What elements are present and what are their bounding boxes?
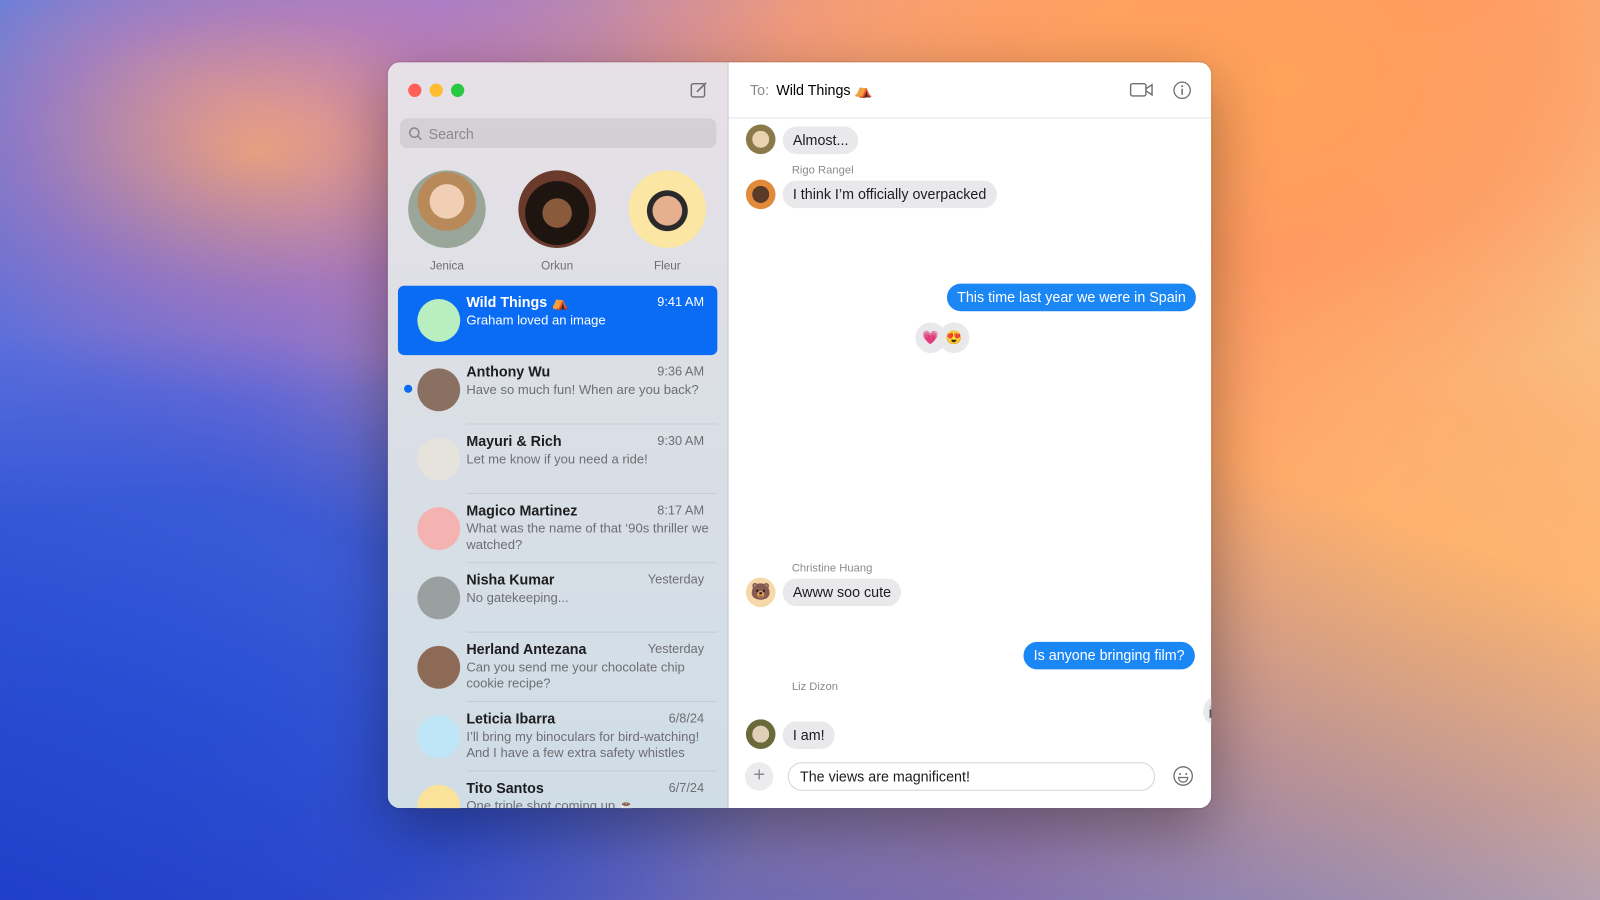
avatar (408, 170, 486, 248)
conversation-name: Magico Martinez (466, 502, 578, 519)
recipient-name[interactable]: Wild Things ⛺ (776, 81, 872, 98)
conversation-row[interactable]: Anthony Wu 9:36 AM Have so much fun! Whe… (398, 355, 718, 425)
sender-name: Christine Huang (791, 562, 873, 575)
conversation-preview: Can you send me your chocolate chip cook… (466, 659, 685, 691)
conversation-preview: Let me know if you need a ride! (466, 451, 648, 467)
avatar (518, 170, 596, 248)
heart-eyes-reaction: 😍 (938, 322, 970, 354)
avatar (417, 784, 461, 809)
conversation-preview: I’ll bring my binoculars for bird-watchi… (466, 728, 700, 761)
compose-icon[interactable] (690, 81, 708, 99)
message-bubble: I am! (782, 721, 835, 749)
camera-reaction: 📸 (1203, 695, 1212, 727)
pinned-orkun[interactable]: Orkun (518, 170, 596, 274)
conversation-name: Anthony Wu (466, 363, 551, 380)
pinned-jenica[interactable]: Jenica (408, 170, 486, 274)
message-bubble: Is anyone bringing film? (1023, 641, 1195, 670)
conversation-time: Yesterday (647, 641, 705, 657)
conversation-row[interactable]: Herland Antezana Yesterday Can you send … (398, 633, 718, 703)
search-input[interactable]: Search (399, 118, 717, 148)
sender-name: Liz Dizon (791, 680, 839, 693)
conversation-row[interactable]: Magico Martinez 8:17 AM What was the nam… (398, 494, 718, 564)
avatar (417, 298, 461, 342)
message-bubble: This time last year we were in Spain (946, 283, 1197, 312)
avatar (417, 645, 461, 689)
conversation-time: 6/7/24 (668, 780, 705, 795)
avatar (417, 437, 461, 481)
conversation-row[interactable]: Leticia Ibarra 6/8/24 I’ll bring my bino… (398, 702, 718, 772)
conversation-time: 9:30 AM (657, 433, 705, 448)
avatar (417, 368, 461, 412)
avatar (417, 576, 461, 620)
video-call-icon[interactable] (1129, 82, 1154, 98)
conversation-time: 9:36 AM (657, 364, 705, 379)
conversation-preview: Have so much fun! When are you back? (466, 381, 699, 397)
message-input[interactable]: The views are magnificent! (787, 762, 1156, 791)
to-label: To: (749, 81, 770, 98)
conversation-preview: No gatekeeping... (466, 589, 569, 606)
conversation-pane: To: Wild Things ⛺ 💗 Almost... Rigo Range… (728, 62, 1212, 809)
avatar (417, 715, 461, 759)
conversation-time: Yesterday (647, 572, 705, 587)
conversation-preview: Graham loved an image (466, 312, 606, 328)
conversation-row[interactable]: Mayuri & Rich 9:30 AM Let me know if you… (398, 424, 718, 494)
sidebar: Search Jenica Orkun Fleur Wild Things ⛺ … (387, 62, 729, 809)
search-icon (408, 126, 422, 140)
close-button[interactable] (408, 83, 422, 97)
conversation-name: Tito Santos (466, 779, 544, 796)
conversation-row[interactable]: Tito Santos 6/7/24 One triple shot comin… (398, 771, 717, 809)
avatar (745, 124, 776, 155)
avatar (745, 719, 776, 749)
conversation-name: Mayuri & Rich (466, 432, 562, 449)
conversation-time: 8:17 AM (657, 503, 705, 518)
minimize-button[interactable] (429, 83, 443, 97)
messages-window: Search Jenica Orkun Fleur Wild Things ⛺ … (387, 62, 1212, 809)
conversation-name: Wild Things ⛺ (466, 293, 569, 311)
pinned-fleur[interactable]: Fleur (628, 170, 707, 274)
conversation-preview: What was the name of that ‘90s thriller … (466, 520, 709, 553)
add-attachment-button[interactable]: + (744, 762, 774, 791)
conversation-row[interactable]: Nisha Kumar Yesterday No gatekeeping... (398, 563, 718, 633)
zoom-button[interactable] (451, 83, 465, 97)
message-bubble: Awww soo cute (782, 578, 902, 607)
conversation-preview: One triple shot coming up ☕ (466, 797, 636, 809)
avatar (745, 179, 776, 210)
conversation-header: To: Wild Things ⛺ (728, 62, 1212, 119)
desktop-wallpaper: Search Jenica Orkun Fleur Wild Things ⛺ … (0, 0, 1600, 900)
pinned-name: Orkun (541, 260, 574, 273)
conversation-name: Nisha Kumar (466, 571, 555, 588)
avatar (417, 507, 461, 550)
conversation-time: 9:41 AM (657, 294, 705, 310)
pinned-name: Fleur (653, 260, 681, 273)
pinned-name: Jenica (429, 260, 464, 273)
emoji-icon[interactable] (1172, 765, 1194, 786)
message-bubble: Almost... (782, 126, 859, 155)
conversation-time: 6/8/24 (668, 711, 705, 726)
info-icon[interactable] (1172, 81, 1191, 100)
sender-name: Rigo Rangel (791, 164, 854, 177)
avatar: 🐻 (745, 577, 776, 608)
unread-indicator (404, 384, 413, 393)
avatar (628, 170, 707, 248)
conversation-name: Leticia Ibarra (466, 710, 556, 727)
conversation-name: Herland Antezana (466, 640, 587, 658)
message-bubble: I think I’m officially overpacked (782, 180, 997, 209)
search-placeholder: Search (428, 124, 474, 142)
conversation-row[interactable]: Wild Things ⛺ 9:41 AM Graham loved an im… (397, 285, 718, 356)
